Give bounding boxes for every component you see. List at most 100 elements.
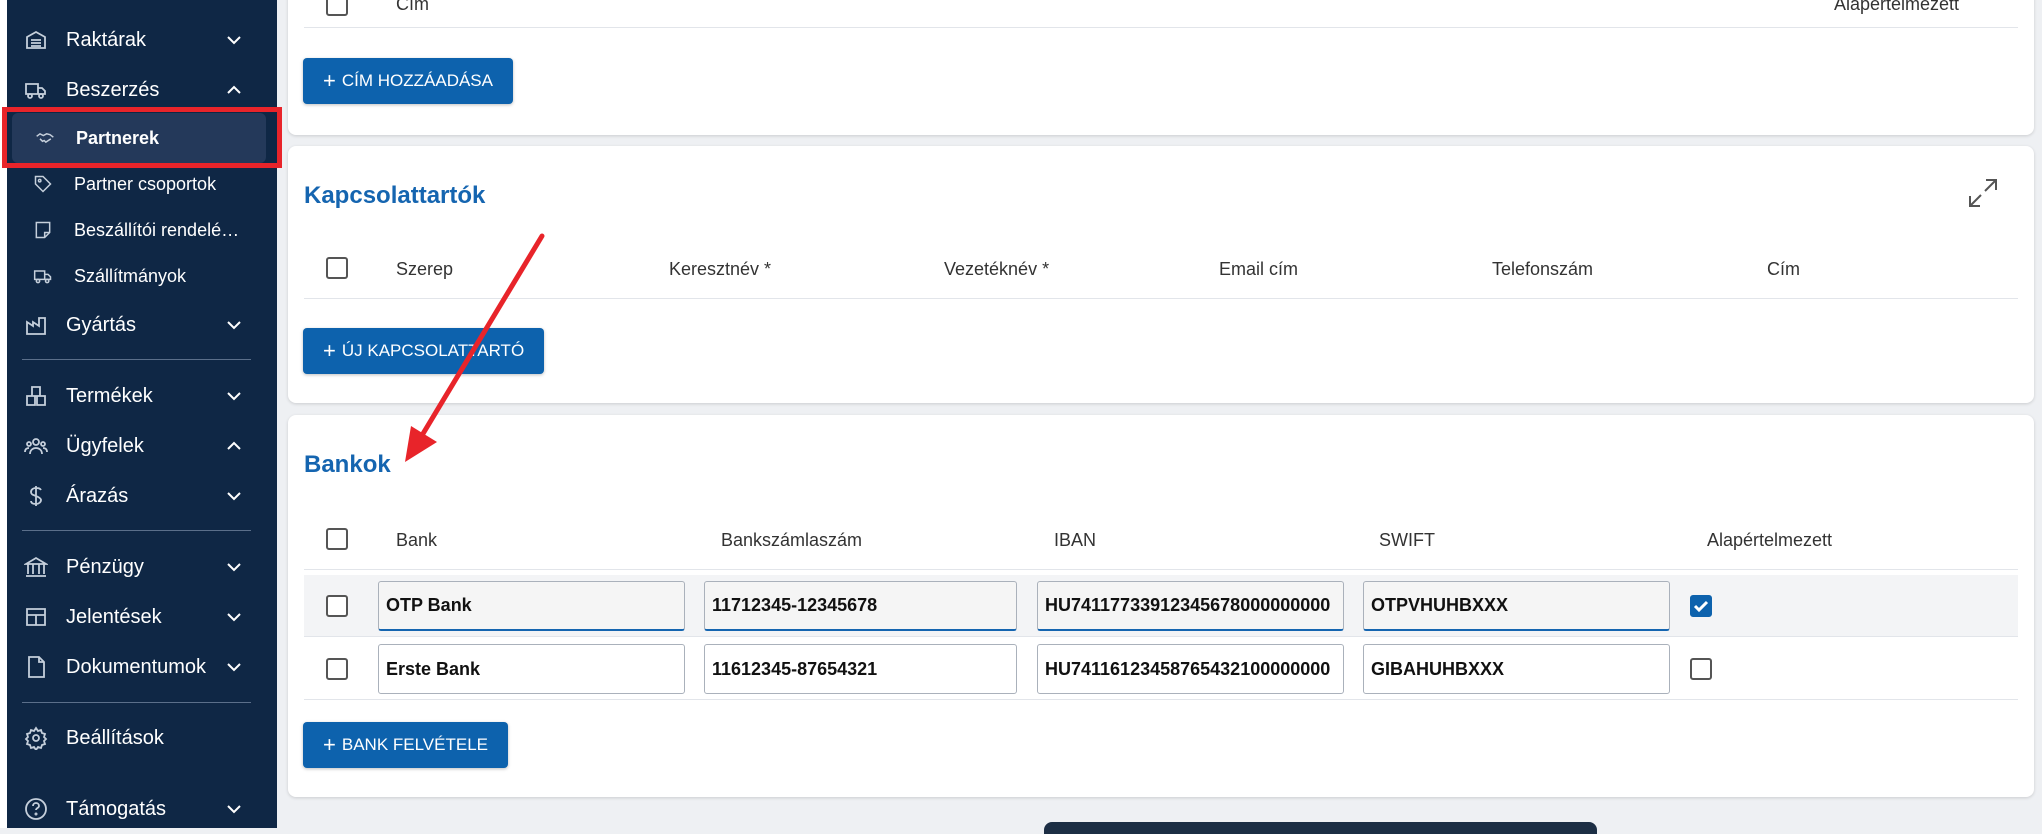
col-header-cim: Cím <box>1767 259 1800 279</box>
nav-label: Pénzügy <box>66 555 144 578</box>
help-icon <box>22 795 50 823</box>
nav-item-tamogatas[interactable]: Támogatás <box>22 789 252 829</box>
sidebar-divider <box>22 530 251 531</box>
col-header-cim: Cím <box>396 0 429 14</box>
col-header-bankszamlaszam: Bankszámlaszám <box>721 530 863 550</box>
row-checkbox[interactable] <box>326 595 348 617</box>
col-header-szerep: Szerep <box>396 259 454 279</box>
col-header-email: Email cím <box>1219 259 1299 279</box>
sub-label: Partner csoportok <box>74 173 217 194</box>
col-header-swift: SWIFT <box>1379 530 1435 550</box>
sidebar-divider <box>22 359 251 360</box>
chevron-down-icon <box>224 486 244 506</box>
button-label: CÍM HOZZÁADÁSA <box>341 71 493 90</box>
col-header-iban: IBAN <box>1054 530 1097 550</box>
table-row[interactable]: OTP Bank 11712345-12345678 HU74117733912… <box>304 575 2018 637</box>
nav-item-ugyfelek[interactable]: Ügyfelek <box>22 426 252 466</box>
sub-label: Partnerek <box>76 127 160 148</box>
factory-icon <box>22 311 50 339</box>
col-header-vezeteknev: Vezetéknév * <box>944 259 1050 279</box>
boxes-icon <box>22 382 50 410</box>
add-bank-button[interactable]: + BANK FELVÉTELE <box>303 722 508 768</box>
select-all-checkbox[interactable] <box>326 257 348 279</box>
sub-label: Szállítmányok <box>74 265 187 286</box>
account-number-input[interactable]: 11712345-12345678 <box>704 581 1017 631</box>
sidebar-item-partnerek[interactable]: Partnerek <box>12 113 266 163</box>
nav-label: Jelentések <box>66 605 162 628</box>
addresses-card: Cím Alapértelmezett + CÍM HOZZÁADÁSA <box>288 0 2034 135</box>
sidebar: Raktárak Beszerzés Partnerek Partner cso… <box>0 0 282 829</box>
button-label: ÚJ KAPCSOLATTARTÓ <box>341 341 525 360</box>
chevron-down-icon <box>224 315 244 335</box>
truck-icon <box>22 76 50 104</box>
chevron-down-icon <box>224 607 244 627</box>
document-icon <box>22 653 50 681</box>
chevron-down-icon <box>224 30 244 50</box>
table-row[interactable]: Erste Bank 11612345-87654321 HU741161234… <box>304 638 2018 700</box>
nav-label: Gyártás <box>66 313 137 336</box>
nav-item-dokumentumok[interactable]: Dokumentumok <box>22 647 252 687</box>
table-icon <box>22 603 50 631</box>
default-checkbox[interactable] <box>1690 658 1712 680</box>
nav-item-beallitasok[interactable]: Beállítások <box>22 718 252 758</box>
banks-header-row: Bank Bankszámlaszám IBAN SWIFT Alapértel… <box>304 510 2018 570</box>
nav-label: Dokumentumok <box>66 655 207 678</box>
account-number-input[interactable]: 11612345-87654321 <box>704 644 1017 694</box>
add-address-button[interactable]: + CÍM HOZZÁADÁSA <box>303 58 513 104</box>
nav-item-gyartas[interactable]: Gyártás <box>22 305 252 345</box>
section-title-banks: Bankok <box>304 451 391 478</box>
tag-icon <box>32 173 54 195</box>
bank-name-input[interactable]: Erste Bank <box>378 644 685 694</box>
nav-label: Beállítások <box>66 726 164 749</box>
new-contact-button[interactable]: + ÚJ KAPCSOLATTARTÓ <box>303 328 545 374</box>
chevron-up-icon <box>224 436 244 456</box>
sub-label: Beszállítói rendelé… <box>74 219 240 240</box>
truck-icon <box>32 265 54 287</box>
addresses-header-row: Cím Alapértelmezett <box>304 0 2018 28</box>
bottom-toolbar-edge <box>1044 822 1597 834</box>
nav-item-termekek[interactable]: Termékek <box>22 376 252 416</box>
handshake-icon <box>34 127 56 149</box>
sidebar-item-szallitmanyok[interactable]: Szállítmányok <box>32 258 262 294</box>
row-checkbox[interactable] <box>326 658 348 680</box>
chevron-down-icon <box>224 799 244 819</box>
swift-input[interactable]: OTPVHUHBXXX <box>1363 581 1670 631</box>
users-icon <box>22 432 50 460</box>
iban-input[interactable]: HU74116123458765432100000000 <box>1037 644 1344 694</box>
col-header-keresztnev: Keresztnév * <box>669 259 772 279</box>
default-checkbox[interactable] <box>1690 595 1712 617</box>
nav-label: Beszerzés <box>66 78 160 101</box>
section-title-contacts: Kapcsolattartók <box>304 182 486 209</box>
nav-label: Árazás <box>66 484 129 507</box>
chevron-down-icon <box>224 557 244 577</box>
plus-icon: + <box>323 338 336 363</box>
nav-item-beszerzes[interactable]: Beszerzés <box>22 70 252 110</box>
chevron-down-icon <box>224 386 244 406</box>
banks-card: Bankok Bank Bankszámlaszám IBAN SWIFT Al… <box>288 415 2034 797</box>
nav-item-arazas[interactable]: Árazás <box>22 476 252 516</box>
nav-item-raktarak[interactable]: Raktárak <box>22 20 252 60</box>
warehouse-icon <box>22 26 50 54</box>
select-all-checkbox[interactable] <box>326 528 348 550</box>
select-all-checkbox[interactable] <box>326 0 348 16</box>
expand-icon[interactable] <box>1966 176 2000 210</box>
swift-input[interactable]: GIBAHUHBXXX <box>1363 644 1670 694</box>
nav-label: Támogatás <box>66 797 167 820</box>
dollar-icon <box>22 482 50 510</box>
nav-label: Ügyfelek <box>66 434 144 457</box>
nav-item-penzugy[interactable]: Pénzügy <box>22 547 252 587</box>
iban-input[interactable]: HU74117733912345678000000000 <box>1037 581 1344 631</box>
sidebar-item-beszallitoi-rendelesek[interactable]: Beszállítói rendelé… <box>32 212 262 248</box>
nav-label: Raktárak <box>66 28 147 51</box>
sidebar-item-partner-csoportok[interactable]: Partner csoportok <box>32 166 262 202</box>
plus-icon: + <box>323 68 336 93</box>
check-icon <box>1693 600 1709 613</box>
plus-icon: + <box>323 732 336 757</box>
nav-item-jelentesek[interactable]: Jelentések <box>22 597 252 637</box>
bank-name-input[interactable]: OTP Bank <box>378 581 685 631</box>
col-header-telefonszam: Telefonszám <box>1492 259 1594 279</box>
note-icon <box>32 219 54 241</box>
col-header-alapertelmezett: Alapértelmezett <box>1834 0 1960 14</box>
gear-icon <box>22 724 50 752</box>
button-label: BANK FELVÉTELE <box>341 735 488 754</box>
